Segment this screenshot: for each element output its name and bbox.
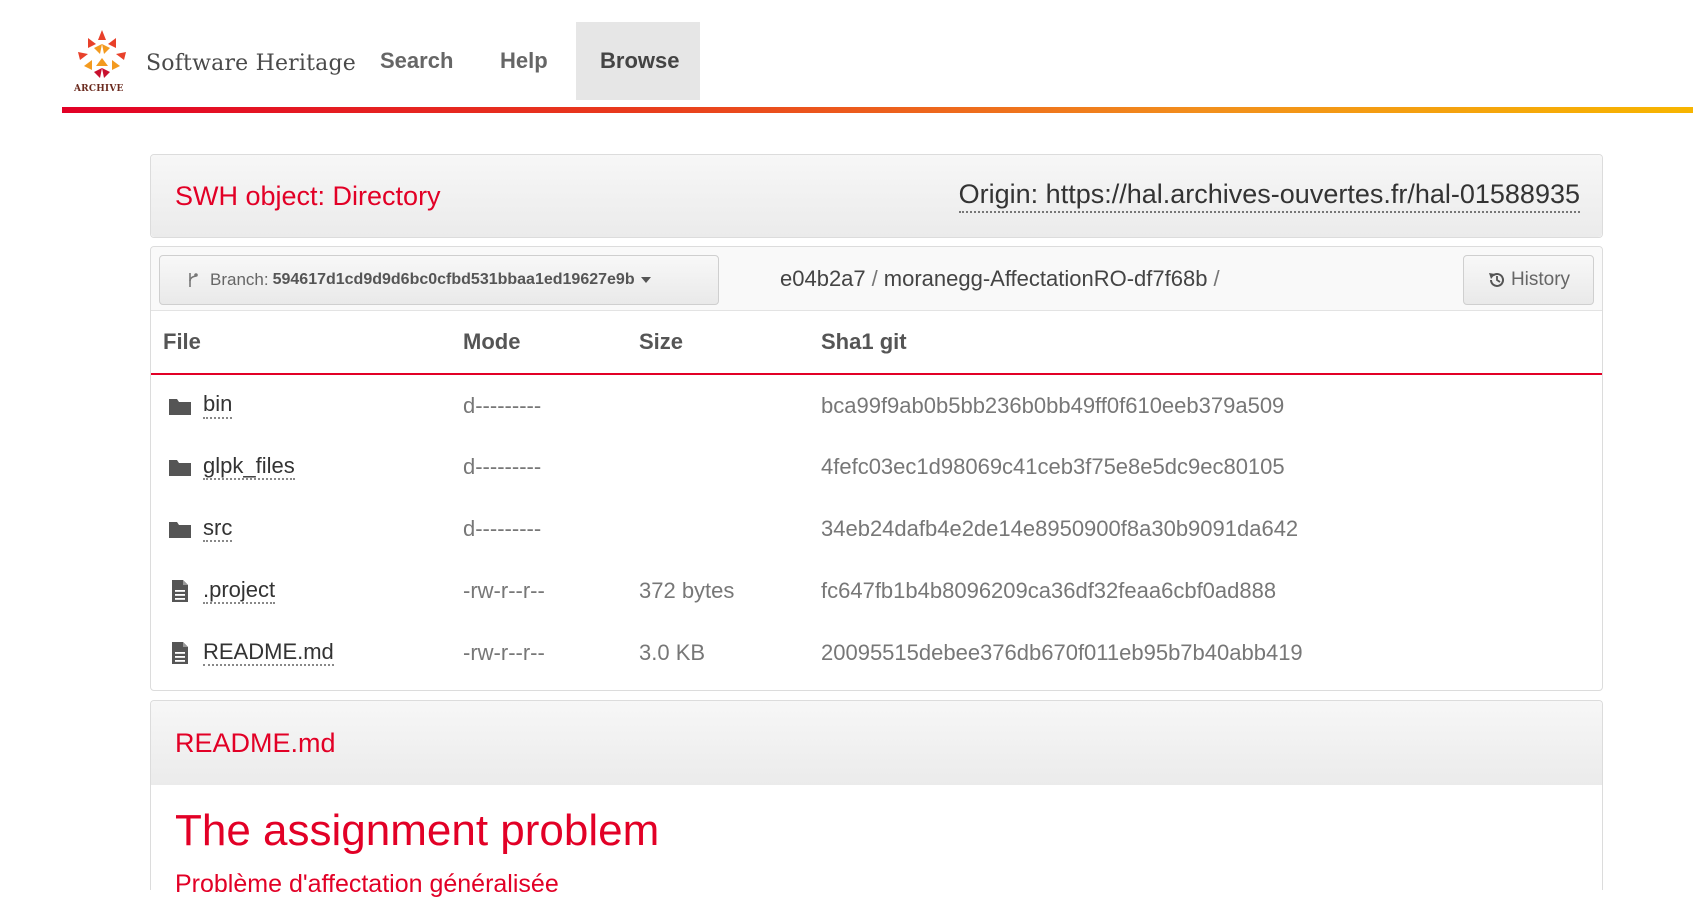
readme-heading: The assignment problem bbox=[175, 806, 660, 855]
entry-link[interactable]: .project bbox=[203, 577, 276, 605]
swh-object-header: SWH object: Directory Origin: https://ha… bbox=[151, 155, 1602, 237]
top-navbar: ARCHIVE Software Heritage Search Help Br… bbox=[0, 0, 1693, 113]
table-row: glpk_files d--------- 4fefc03ec1d98069c4… bbox=[151, 436, 1602, 498]
column-header-size[interactable]: Size bbox=[627, 311, 809, 375]
history-icon bbox=[1488, 272, 1504, 287]
entry-size bbox=[627, 374, 809, 436]
entry-mode: d--------- bbox=[463, 516, 542, 541]
swh-logo-icon: ARCHIVE bbox=[70, 28, 134, 98]
entry-link[interactable]: README.md bbox=[203, 639, 334, 667]
history-label: History bbox=[1510, 269, 1571, 290]
entry-size bbox=[627, 436, 809, 498]
entry-link[interactable]: glpk_files bbox=[203, 453, 295, 481]
entry-size bbox=[627, 498, 809, 560]
chevron-down-icon bbox=[640, 277, 651, 283]
breadcrumb-separator: / bbox=[871, 266, 878, 291]
entry-mode: -rw-r--r-- bbox=[463, 640, 545, 665]
breadcrumb-separator: / bbox=[1213, 266, 1220, 291]
swh-object-card: SWH object: Directory Origin: https://ha… bbox=[150, 154, 1603, 238]
folder-icon bbox=[169, 522, 191, 538]
directory-card: Branch: 594617d1cd9d9d6bc0cfbd531bbaa1ed… bbox=[150, 246, 1603, 691]
swh-object-title: SWH object: Directory bbox=[175, 180, 441, 211]
nav-gradient-bar bbox=[62, 107, 1693, 113]
readme-subheading: Problème d'affectation généralisée bbox=[175, 869, 559, 898]
table-row: src d--------- 34eb24dafb4e2de14e8950900… bbox=[151, 498, 1602, 560]
readme-card: README.md The assignment problem Problèm… bbox=[150, 700, 1603, 898]
nav-item-help[interactable]: Help bbox=[476, 22, 572, 100]
entry-mode: -rw-r--r-- bbox=[463, 578, 545, 603]
column-header-file[interactable]: File bbox=[151, 311, 451, 375]
entry-mode: d--------- bbox=[463, 392, 542, 418]
entry-sha1: 34eb24dafb4e2de14e8950900f8a30b9091da642 bbox=[821, 516, 1299, 541]
entry-size: 3.0 KB bbox=[639, 640, 706, 665]
table-header-row: File Mode Size Sha1 git bbox=[151, 311, 1602, 375]
entry-sha1: 20095515debee376db670f011eb95b7b40abb419 bbox=[821, 640, 1303, 665]
entry-sha1: fc647fb1b4b8096209ca36df32feaa6cbf0ad888 bbox=[821, 578, 1277, 603]
entry-sha1: bca99f9ab0b5bb236b0bb49ff0f610eeb379a509 bbox=[821, 392, 1285, 418]
breadcrumb-root[interactable]: e04b2a7 bbox=[780, 266, 866, 292]
branch-prefix: Branch: bbox=[210, 270, 269, 289]
table-row: .project -rw-r--r-- 372 bytes fc647fb1b4… bbox=[151, 560, 1602, 622]
origin-link[interactable]: Origin: https://hal.archives-ouvertes.fr… bbox=[958, 179, 1580, 213]
column-header-mode[interactable]: Mode bbox=[451, 311, 627, 375]
table-row: bin d--------- bca99f9ab0b5bb236b0bb49ff… bbox=[151, 374, 1602, 436]
readme-body: The assignment problem Problème d'affect… bbox=[151, 785, 1602, 899]
file-text-icon bbox=[172, 580, 188, 602]
nav-item-search[interactable]: Search bbox=[356, 22, 477, 100]
code-fork-icon bbox=[189, 273, 198, 287]
entry-size: 372 bytes bbox=[639, 578, 735, 603]
entry-link[interactable]: src bbox=[203, 515, 233, 543]
table-row: README.md -rw-r--r-- 3.0 KB 20095515debe… bbox=[151, 622, 1602, 684]
directory-listing-table: File Mode Size Sha1 git bin d--------- b… bbox=[151, 311, 1602, 684]
folder-icon bbox=[169, 460, 191, 476]
nav-item-browse[interactable]: Browse bbox=[576, 22, 700, 100]
breadcrumb-directory[interactable]: moranegg-AffectationRO-df7f68b bbox=[884, 266, 1208, 292]
entry-mode: d--------- bbox=[463, 454, 542, 479]
branch-dropdown-button[interactable]: Branch: 594617d1cd9d9d6bc0cfbd531bbaa1ed… bbox=[159, 255, 719, 305]
column-header-sha1[interactable]: Sha1 git bbox=[809, 311, 1602, 375]
brand-home-link[interactable]: ARCHIVE Software Heritage bbox=[70, 28, 356, 98]
branch-id: 594617d1cd9d9d6bc0cfbd531bbaa1ed19627e9b bbox=[272, 271, 635, 288]
path-breadcrumb: e04b2a7 / moranegg-AffectationRO-df7f68b… bbox=[780, 247, 1226, 311]
folder-icon bbox=[169, 398, 191, 415]
logo-text: ARCHIVE bbox=[74, 84, 124, 94]
directory-toolbar: Branch: 594617d1cd9d9d6bc0cfbd531bbaa1ed… bbox=[151, 247, 1602, 311]
readme-header: README.md bbox=[151, 701, 1602, 785]
entry-link[interactable]: bin bbox=[203, 392, 233, 419]
history-button[interactable]: History bbox=[1463, 255, 1594, 305]
brand-name: Software Heritage bbox=[146, 50, 356, 76]
entry-sha1: 4fefc03ec1d98069c41ceb3f75e8e5dc9ec80105 bbox=[821, 454, 1285, 479]
file-text-icon bbox=[172, 642, 188, 664]
